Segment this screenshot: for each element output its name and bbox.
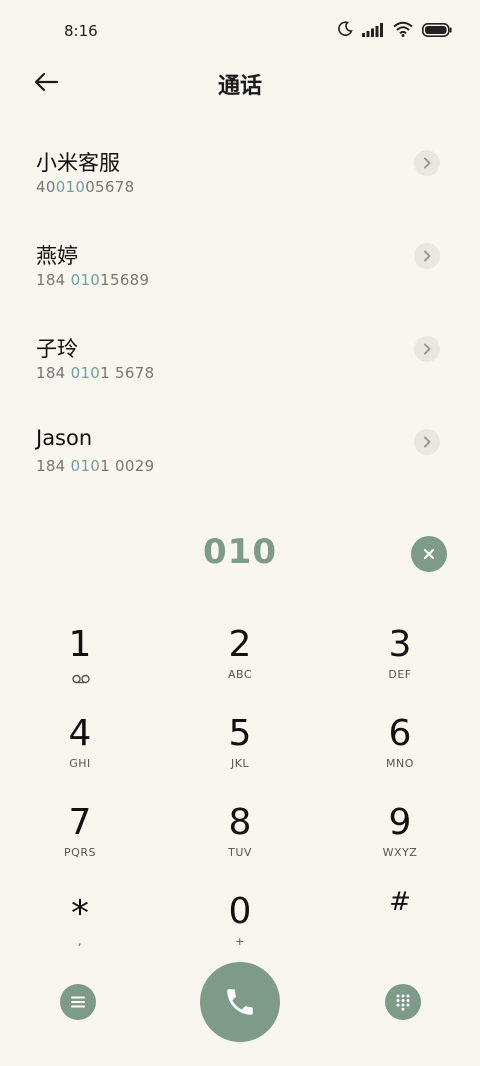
key-letters: JKL [230, 757, 250, 770]
signal-icon [362, 22, 384, 41]
key-2[interactable]: 2 ABC [160, 612, 320, 701]
menu-icon [71, 996, 85, 1008]
key-digit: 1 [68, 624, 92, 665]
key-3[interactable]: 3 DEF [320, 612, 480, 701]
contact-item[interactable]: 燕婷 184 01015689 [0, 223, 480, 316]
key-digit: 6 [388, 713, 412, 754]
contact-item[interactable]: 小米客服 4001005678 [0, 130, 480, 223]
voicemail-icon [72, 669, 90, 688]
wifi-icon [393, 21, 413, 41]
menu-button[interactable] [60, 984, 96, 1020]
contact-detail-button[interactable] [414, 429, 440, 455]
dialpad-row: * , 0 + # [0, 879, 480, 968]
key-digit: 3 [388, 624, 412, 665]
dialpad-row: 4 GHI 5 JKL 6 MNO [0, 701, 480, 790]
header: 通话 [0, 62, 480, 104]
contact-number: 184 0101 5678 [36, 364, 155, 382]
call-button[interactable] [200, 962, 280, 1042]
contact-name: 小米客服 [36, 151, 120, 175]
contact-number: 184 01015689 [36, 271, 150, 289]
number-match-highlight: 010 [70, 271, 101, 289]
contact-number: 4001005678 [36, 178, 135, 196]
dialpad-row: 1 2 ABC 3 DEF [0, 612, 480, 701]
key-8[interactable]: 8 TUV [160, 790, 320, 879]
key-digit: 2 [228, 624, 252, 665]
contact-suggestion-list: 小米客服 4001005678 燕婷 184 01015689 子玲 184 0… [0, 130, 480, 502]
key-digit: 4 [68, 713, 92, 754]
key-7[interactable]: 7 PQRS [0, 790, 160, 879]
number-match-highlight: 010 [70, 364, 101, 382]
phone-screen: 8:16 通话 小米客服 4001005678 燕婷 184 01015689 … [0, 0, 480, 1066]
key-0[interactable]: 0 + [160, 879, 320, 968]
key-letters: PQRS [64, 846, 96, 859]
key-letters: ABC [227, 668, 253, 681]
key-hash[interactable]: # [320, 879, 480, 968]
chevron-right-icon [424, 343, 431, 355]
status-icons [337, 20, 452, 42]
key-digit: 9 [388, 802, 412, 843]
close-icon [423, 548, 435, 560]
contact-detail-button[interactable] [414, 150, 440, 176]
key-letters: , [78, 935, 82, 948]
phone-icon [227, 989, 253, 1015]
contact-name: Jason [36, 426, 93, 450]
page-title: 通话 [217, 74, 262, 99]
key-digit: * [71, 893, 89, 934]
key-6[interactable]: 6 MNO [320, 701, 480, 790]
contact-detail-button[interactable] [414, 336, 440, 362]
number-match-highlight: 010 [55, 178, 86, 196]
dialpad: 1 2 ABC 3 DEF 4 GHI 5 JKL 6 MNO 7 PQRS 8… [0, 612, 480, 968]
contact-name: 燕婷 [36, 244, 78, 268]
dialpad-row: 7 PQRS 8 TUV 9 WXYZ [0, 790, 480, 879]
key-letters: + [235, 935, 245, 948]
key-digit: 0 [228, 891, 252, 932]
chevron-right-icon [424, 436, 431, 448]
key-digit: 5 [228, 713, 252, 754]
key-letters: TUV [228, 846, 252, 859]
key-letters: DEF [388, 668, 412, 681]
key-4[interactable]: 4 GHI [0, 701, 160, 790]
key-5[interactable]: 5 JKL [160, 701, 320, 790]
chevron-right-icon [424, 250, 431, 262]
contact-detail-button[interactable] [414, 243, 440, 269]
chevron-right-icon [424, 157, 431, 169]
dialpad-icon [396, 994, 410, 1011]
number-match-highlight: 010 [70, 457, 101, 475]
contact-item[interactable]: Jason 184 0101 0029 [0, 409, 480, 502]
dial-display: 010 [0, 530, 480, 578]
key-letters: GHI [69, 757, 91, 770]
dialpad-toggle-button[interactable] [385, 984, 421, 1020]
dialed-number: 010 [203, 532, 277, 572]
key-star[interactable]: * , [0, 879, 160, 968]
battery-icon [422, 22, 452, 41]
status-bar: 8:16 [0, 0, 480, 62]
key-1[interactable]: 1 [0, 612, 160, 701]
contact-name: 子玲 [36, 337, 78, 361]
moon-icon [337, 21, 353, 41]
key-digit: 8 [228, 802, 252, 843]
clear-button[interactable] [411, 536, 447, 572]
key-9[interactable]: 9 WXYZ [320, 790, 480, 879]
key-letters: WXYZ [382, 846, 418, 859]
bottom-action-bar [0, 960, 480, 1044]
key-letters: MNO [386, 757, 414, 770]
status-time: 8:16 [64, 22, 98, 40]
key-digit: 7 [68, 802, 92, 843]
contact-item[interactable]: 子玲 184 0101 5678 [0, 316, 480, 409]
key-digit: # [389, 887, 411, 917]
contact-number: 184 0101 0029 [36, 457, 155, 475]
